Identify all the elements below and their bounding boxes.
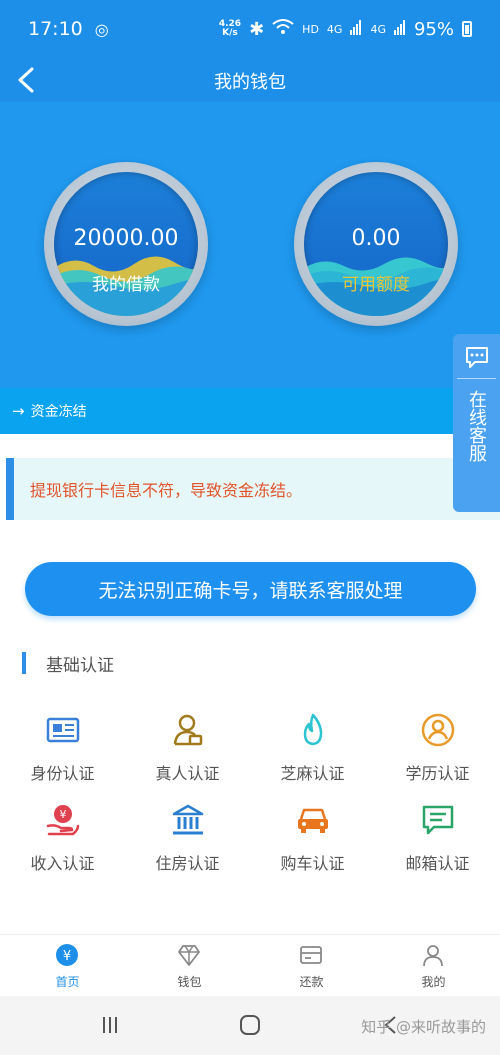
cert-label: 收入认证 [30,854,95,873]
loan-label: 我的借款 [92,275,160,295]
svg-text:¥: ¥ [60,808,67,821]
cert-sesame[interactable]: 芝麻认证 [250,700,375,788]
tab-label: 我的 [421,975,446,989]
network-speed: 4.26 K/s [219,20,241,38]
card-icon [300,946,322,964]
loan-amount: 20000.00 [73,226,179,251]
signal-icon-2 [393,19,406,40]
cert-label: 学历认证 [405,764,470,783]
section-header: 基础认证 [22,652,114,676]
section-title: 基础认证 [46,655,114,676]
home-icon [240,1015,260,1035]
wallet-hero: 20000.00 我的借款 0.00 可用额度 [0,102,500,388]
data-saver-icon: ◎ [94,19,109,39]
tab-label: 还款 [299,975,324,989]
credit-gauge[interactable]: 0.00 可用额度 [294,162,458,326]
cert-housing[interactable]: 住房认证 [125,790,250,878]
signal-icon-1 [350,19,362,40]
home-button[interactable] [230,1010,270,1040]
user-icon [423,945,443,967]
cert-car[interactable]: 购车认证 [250,790,375,878]
cert-label: 身份认证 [30,764,95,783]
status-indicators: 4.26 K/s ✱ HD 4G 4G 95% [219,19,472,40]
arrow-right-icon: → [12,402,25,420]
cert-email[interactable]: 邮箱认证 [375,790,500,878]
page-title: 我的钱包 [214,72,286,93]
svg-text:¥: ¥ [63,949,71,964]
recent-apps-button[interactable] [90,1010,130,1040]
cert-label: 住房认证 [155,854,220,873]
cert-income[interactable]: ¥ 收入认证 [0,790,125,878]
cert-label: 真人认证 [155,764,220,783]
bottom-tab-bar: ¥ 首页 钱包 还款 我的 [0,934,500,996]
wifi-icon [272,18,294,40]
contact-service-button[interactable]: 无法识别正确卡号，请联系客服处理 [25,562,476,616]
tab-repay[interactable]: 还款 [249,935,374,997]
flame-icon [303,713,323,746]
tab-home[interactable]: ¥ 首页 [5,935,130,997]
nav-bar: 我的钱包 [0,58,500,102]
recent-apps-icon [103,1017,117,1033]
signal-4g-1: 4G [326,22,343,36]
cert-label: 芝麻认证 [280,764,345,783]
mail-message-icon [422,805,454,835]
battery-icon [462,21,472,37]
tab-label: 钱包 [177,975,202,989]
credit-gauge-face: 0.00 可用额度 [304,172,448,316]
frozen-text: 资金冻结 [30,404,87,420]
yuan-coin-icon: ¥ [56,944,78,966]
online-service-button[interactable]: 在线客服 [453,334,500,512]
bank-building-icon [172,804,204,835]
cert-label: 邮箱认证 [405,854,470,873]
bluetooth-icon: ✱ [249,18,265,40]
cert-education[interactable]: 学历认证 [375,700,500,788]
section-accent-bar [22,652,26,674]
service-label: 在线客服 [466,390,487,462]
cert-person[interactable]: 真人认证 [125,700,250,788]
signal-4g-2: 4G [370,22,386,36]
credit-amount: 0.00 [351,226,401,251]
notice-text: 提现银行卡信息不符，导致资金冻结。 [30,481,303,500]
car-icon [298,808,328,833]
income-icon: ¥ [46,805,80,836]
cert-identity[interactable]: 身份认证 [0,700,125,788]
cert-label: 购车认证 [280,854,345,873]
freeze-notice: 提现银行卡信息不符，导致资金冻结。 [6,458,500,520]
tab-wallet[interactable]: 钱包 [127,935,252,997]
person-icon [173,714,203,746]
status-time: 17:10 [28,18,83,40]
loan-gauge[interactable]: 20000.00 我的借款 [44,162,208,326]
network-speed-unit: K/s [222,28,238,38]
tab-mine[interactable]: 我的 [371,935,496,997]
credit-label: 可用额度 [342,275,410,295]
tab-label: 首页 [55,975,80,989]
battery-percent: 95% [413,18,454,40]
diamond-icon [178,945,200,966]
loan-gauge-face: 20000.00 我的借款 [54,172,198,316]
system-nav-bar: 知乎 @来听故事的 [0,996,500,1055]
hd-indicator: HD [302,22,319,36]
service-divider [457,378,496,379]
watermark: 知乎 @来听故事的 [361,1018,486,1036]
id-card-icon [46,717,80,743]
chat-bubble-icon [466,347,488,368]
status-bar: 17:10 ◎ 4.26 K/s ✱ HD 4G 4G 95% [0,0,500,58]
frozen-funds-bar[interactable]: → 资金冻结 [0,388,500,434]
graduate-icon [421,713,455,747]
